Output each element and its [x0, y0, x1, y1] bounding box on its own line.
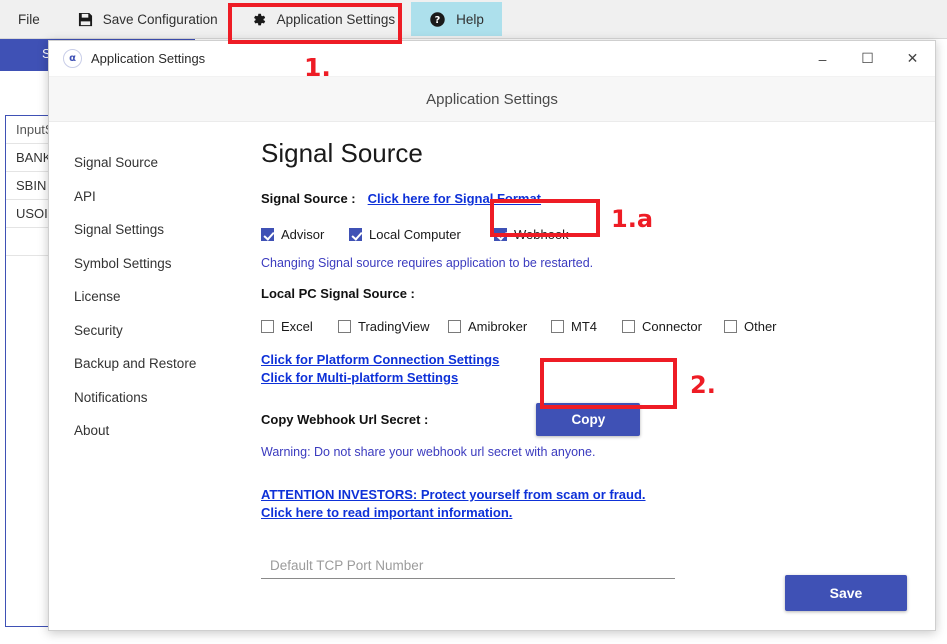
- restart-note: Changing Signal source requires applicat…: [261, 256, 594, 270]
- dialog-body: Signal Source API Signal Settings Symbol…: [49, 122, 935, 630]
- menu-application-settings[interactable]: Application Settings: [234, 0, 412, 38]
- menu-file[interactable]: File: [0, 0, 62, 38]
- checkbox-local-computer[interactable]: Local Computer: [349, 227, 485, 242]
- local-pc-signal-source-label: Local PC Signal Source :: [261, 286, 415, 301]
- dialog-titlebar: α Application Settings – ☐ ✕: [49, 41, 935, 77]
- sidebar-item-backup-and-restore[interactable]: Backup and Restore: [49, 347, 239, 381]
- menu-help-label: Help: [456, 11, 484, 27]
- minimize-icon[interactable]: –: [800, 41, 845, 76]
- checkbox-advisor[interactable]: Advisor: [261, 227, 349, 242]
- sidebar-item-label: Signal Source: [74, 155, 159, 170]
- menu-help[interactable]: ? Help: [411, 2, 502, 36]
- checkbox-mt4-box: [551, 320, 564, 333]
- sidebar-item-label: Notifications: [74, 389, 148, 405]
- checkbox-local-computer-label: Local Computer: [369, 227, 461, 242]
- menu-file-label: File: [18, 11, 40, 27]
- checkbox-excel-label: Excel: [281, 319, 313, 334]
- checkbox-amibroker-box: [448, 320, 461, 333]
- checkbox-tradingview-box: [338, 320, 351, 333]
- checkbox-tradingview[interactable]: TradingView: [338, 319, 448, 334]
- sidebar-item-label: License: [74, 289, 121, 304]
- gear-icon: [250, 11, 267, 28]
- checkbox-webhook[interactable]: Webhook: [494, 227, 569, 242]
- dialog-subheader: Application Settings: [49, 77, 935, 122]
- close-icon[interactable]: ✕: [890, 41, 935, 76]
- question-circle-icon: ?: [429, 11, 446, 28]
- checkbox-connector-box: [622, 320, 635, 333]
- default-tcp-port-input[interactable]: [261, 555, 675, 579]
- sidebar-item-label: Signal Settings: [74, 222, 165, 237]
- menu-application-settings-label: Application Settings: [276, 11, 396, 27]
- checkbox-advisor-label: Advisor: [281, 227, 325, 242]
- menu-save-configuration-label: Save Configuration: [102, 11, 218, 27]
- sidebar-item-signal-settings[interactable]: Signal Settings: [49, 213, 239, 247]
- copy-webhook-url-secret-label: Copy Webhook Url Secret :: [261, 412, 429, 427]
- checkbox-connector[interactable]: Connector: [622, 319, 724, 334]
- checkbox-excel[interactable]: Excel: [261, 319, 338, 334]
- checkbox-webhook-label: Webhook: [514, 227, 569, 242]
- sidebar-item-label: Symbol Settings: [74, 255, 172, 271]
- alpha-icon: α: [63, 49, 82, 68]
- checkbox-amibroker-label: Amibroker: [468, 319, 528, 334]
- important-information-link[interactable]: Click here to read important information…: [261, 505, 935, 520]
- sidebar-item-license[interactable]: License: [49, 280, 239, 314]
- platform-connection-settings-link[interactable]: Click for Platform Connection Settings: [261, 352, 935, 367]
- signal-format-link[interactable]: Click here for Signal Format: [368, 191, 541, 206]
- window-controls: – ☐ ✕: [800, 41, 935, 76]
- sidebar-item-label: Security: [74, 322, 123, 338]
- sidebar-item-label: API: [74, 188, 96, 204]
- dialog-title: Application Settings: [91, 51, 206, 66]
- multi-platform-settings-link[interactable]: Click for Multi-platform Settings: [261, 370, 935, 385]
- sidebar-item-symbol-settings[interactable]: Symbol Settings: [49, 247, 239, 281]
- copy-button[interactable]: Copy: [536, 403, 641, 436]
- attention-investors-link[interactable]: ATTENTION INVESTORS: Protect yourself fr…: [261, 487, 935, 502]
- webhook-warning-text: Warning: Do not share your webhook url s…: [261, 445, 596, 459]
- save-button[interactable]: Save: [785, 575, 907, 611]
- checkbox-other-label: Other: [744, 319, 777, 334]
- checkbox-amibroker[interactable]: Amibroker: [448, 319, 551, 334]
- checkbox-advisor-box: [261, 228, 274, 241]
- checkbox-other-box: [724, 320, 737, 333]
- checkbox-mt4-label: MT4: [571, 319, 597, 334]
- checkbox-excel-box: [261, 320, 274, 333]
- checkbox-webhook-box: [494, 228, 507, 241]
- checkbox-other[interactable]: Other: [724, 319, 777, 334]
- main-toolbar: File Save Configuration Application Sett…: [0, 0, 947, 39]
- checkbox-tradingview-label: TradingView: [358, 319, 430, 334]
- sidebar-item-label: About: [74, 423, 110, 438]
- signal-source-label: Signal Source :: [261, 191, 356, 206]
- sidebar-item-about[interactable]: About: [49, 414, 239, 448]
- sidebar-item-api[interactable]: API: [49, 180, 239, 214]
- sidebar-item-signal-source[interactable]: Signal Source: [49, 146, 239, 180]
- maximize-icon[interactable]: ☐: [845, 41, 890, 76]
- floppy-disk-icon: [78, 12, 93, 27]
- page-title: Signal Source: [261, 138, 423, 168]
- settings-content-pane: Signal Source Signal Source : Click here…: [239, 122, 935, 630]
- dialog-subheader-title: Application Settings: [426, 90, 558, 108]
- sidebar-item-security[interactable]: Security: [49, 314, 239, 348]
- settings-sidebar: Signal Source API Signal Settings Symbol…: [49, 122, 239, 630]
- sidebar-item-label: Backup and Restore: [74, 356, 197, 371]
- checkbox-mt4[interactable]: MT4: [551, 319, 622, 334]
- sidebar-item-notifications[interactable]: Notifications: [49, 381, 239, 415]
- application-settings-dialog: α Application Settings – ☐ ✕ Application…: [48, 40, 936, 631]
- menu-save-configuration[interactable]: Save Configuration: [62, 0, 234, 38]
- checkbox-local-computer-box: [349, 228, 362, 241]
- svg-text:?: ?: [435, 15, 441, 26]
- checkbox-connector-label: Connector: [642, 319, 702, 334]
